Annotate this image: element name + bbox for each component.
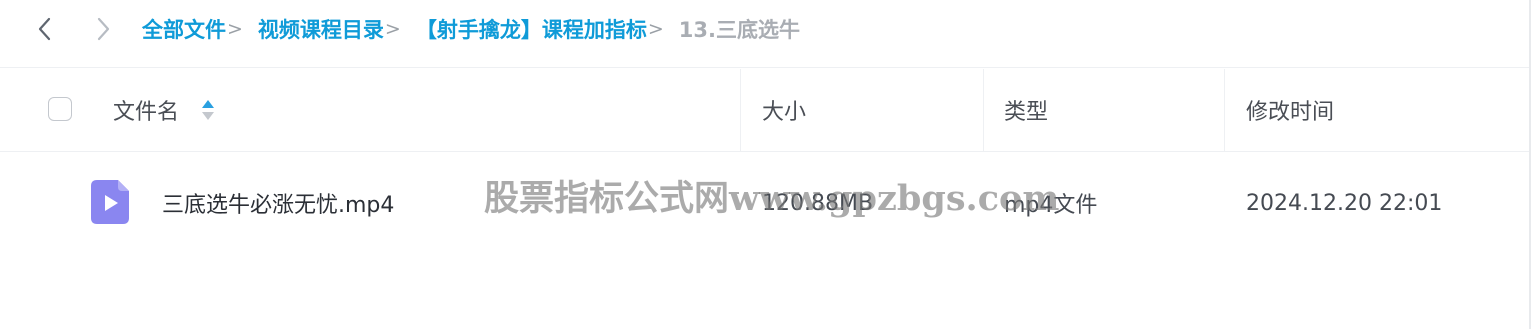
column-header-size-label: 大小 bbox=[762, 100, 807, 125]
breadcrumb-item-video-courses[interactable]: 视频课程目录 bbox=[258, 14, 384, 44]
column-divider[interactable] bbox=[1224, 69, 1225, 151]
forward-button[interactable] bbox=[88, 14, 118, 44]
breadcrumb: 全部文件 > 视频课程目录 > 【射手擒龙】课程加指标 > 13.三底选牛 bbox=[142, 14, 800, 44]
file-modified-time: 2024.12.20 22:01 bbox=[1246, 190, 1443, 216]
chevron-right-icon bbox=[97, 17, 110, 41]
chevron-left-icon bbox=[38, 17, 51, 41]
column-divider[interactable] bbox=[983, 69, 984, 151]
video-file-icon bbox=[91, 180, 129, 224]
column-header-size[interactable]: 大小 bbox=[762, 69, 806, 151]
top-bar: 全部文件 > 视频课程目录 > 【射手擒龙】课程加指标 > 13.三底选牛 bbox=[0, 0, 1531, 68]
column-header-modified[interactable]: 修改时间 bbox=[1246, 69, 1334, 151]
table-row[interactable]: 三底选牛必涨无忧.mp4 120.88MB mp4文件 2024.12.20 2… bbox=[0, 152, 1531, 254]
column-divider[interactable] bbox=[740, 69, 741, 151]
breadcrumb-separator: > bbox=[227, 18, 243, 40]
column-header-modified-label: 修改时间 bbox=[1246, 100, 1335, 125]
breadcrumb-separator: > bbox=[647, 18, 664, 40]
breadcrumb-separator: > bbox=[384, 18, 401, 40]
table-header: 文件名 大小 类型 修改时间 bbox=[0, 69, 1531, 152]
file-name[interactable]: 三底选牛必涨无忧.mp4 bbox=[162, 152, 394, 254]
column-header-name-label: 文件名 bbox=[113, 100, 180, 125]
column-header-type-label: 类型 bbox=[1004, 100, 1049, 125]
column-header-name[interactable]: 文件名 bbox=[113, 69, 215, 151]
breadcrumb-current: 13.三底选牛 bbox=[678, 18, 800, 42]
breadcrumb-item-course[interactable]: 【射手擒龙】课程加指标 bbox=[416, 14, 647, 44]
back-button[interactable] bbox=[30, 14, 60, 44]
column-header-type[interactable]: 类型 bbox=[1004, 69, 1048, 151]
select-all-checkbox[interactable] bbox=[48, 97, 72, 121]
sort-up-down-icon[interactable] bbox=[201, 97, 215, 123]
file-size: 120.88MB bbox=[762, 190, 874, 216]
file-type: mp4文件 bbox=[1004, 193, 1098, 218]
breadcrumb-item-all-files[interactable]: 全部文件 bbox=[142, 14, 226, 44]
